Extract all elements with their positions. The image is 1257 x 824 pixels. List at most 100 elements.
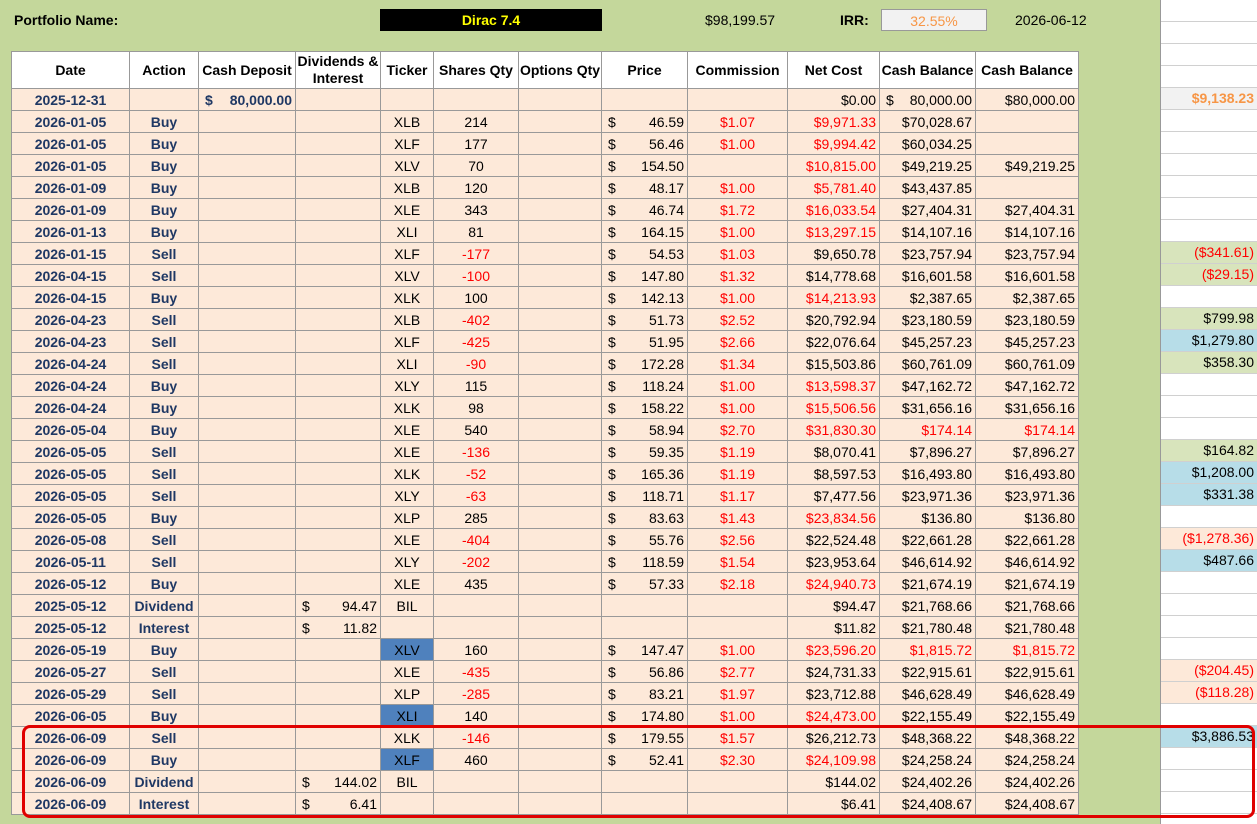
- cash-balance-2-cell[interactable]: $16,601.58: [975, 264, 1079, 287]
- shares-cell[interactable]: -63: [433, 484, 519, 507]
- action-cell[interactable]: Sell: [129, 484, 199, 507]
- cash-balance-cell[interactable]: $16,493.80: [879, 462, 976, 485]
- cash-deposit-cell[interactable]: [198, 792, 296, 815]
- commission-cell[interactable]: $1.00: [687, 176, 788, 199]
- net-cost-cell[interactable]: $9,994.42: [787, 132, 880, 155]
- ticker-cell[interactable]: XLB: [380, 176, 434, 199]
- empty-cell[interactable]: [1161, 0, 1257, 22]
- action-cell[interactable]: Sell: [129, 440, 199, 463]
- ticker-cell[interactable]: XLI: [380, 704, 434, 727]
- dividends-interest-cell[interactable]: [295, 462, 381, 485]
- cash-balance-2-cell[interactable]: $22,661.28: [975, 528, 1079, 551]
- dividends-interest-cell[interactable]: [295, 198, 381, 221]
- ticker-cell[interactable]: XLY: [380, 374, 434, 397]
- cash-balance-2-cell[interactable]: $24,408.67: [975, 792, 1079, 815]
- cash-balance-cell[interactable]: $46,628.49: [879, 682, 976, 705]
- cash-deposit-cell[interactable]: [198, 572, 296, 595]
- action-cell[interactable]: Buy: [129, 198, 199, 221]
- date-cell[interactable]: 2025-05-12: [11, 616, 130, 639]
- shares-cell[interactable]: [433, 792, 519, 815]
- cash-balance-2-cell[interactable]: $24,402.26: [975, 770, 1079, 793]
- action-cell[interactable]: Sell: [129, 550, 199, 573]
- action-cell[interactable]: Dividend: [129, 770, 199, 793]
- action-cell[interactable]: Buy: [129, 286, 199, 309]
- dividends-interest-cell[interactable]: [295, 682, 381, 705]
- net-cost-cell[interactable]: $15,503.86: [787, 352, 880, 375]
- shares-cell[interactable]: -146: [433, 726, 519, 749]
- realized-gain-cell[interactable]: ($1,278.36): [1161, 528, 1257, 550]
- dividends-interest-cell[interactable]: [295, 242, 381, 265]
- options-cell[interactable]: [518, 308, 602, 331]
- cash-balance-cell[interactable]: $46,614.92: [879, 550, 976, 573]
- net-cost-cell[interactable]: $31,830.30: [787, 418, 880, 441]
- cash-balance-2-cell[interactable]: $7,896.27: [975, 440, 1079, 463]
- cash-deposit-cell[interactable]: [198, 308, 296, 331]
- realized-gain-cell[interactable]: [1161, 286, 1257, 308]
- column-header-options-qty[interactable]: Options Qty: [518, 51, 602, 89]
- shares-cell[interactable]: -136: [433, 440, 519, 463]
- commission-cell[interactable]: $1.00: [687, 704, 788, 727]
- cash-balance-2-cell[interactable]: $46,614.92: [975, 550, 1079, 573]
- action-cell[interactable]: Sell: [129, 352, 199, 375]
- price-cell[interactable]: $118.24: [601, 374, 688, 397]
- date-cell[interactable]: 2026-05-05: [11, 462, 130, 485]
- price-cell[interactable]: [601, 594, 688, 617]
- cash-balance-2-cell[interactable]: [975, 132, 1079, 155]
- net-cost-cell[interactable]: $15,506.56: [787, 396, 880, 419]
- ticker-cell[interactable]: XLF: [380, 330, 434, 353]
- cash-balance-2-cell[interactable]: $22,915.61: [975, 660, 1079, 683]
- options-cell[interactable]: [518, 726, 602, 749]
- date-cell[interactable]: 2025-05-12: [11, 594, 130, 617]
- date-cell[interactable]: 2026-05-08: [11, 528, 130, 551]
- net-cost-cell[interactable]: $13,297.15: [787, 220, 880, 243]
- column-header-commission[interactable]: Commission: [687, 51, 788, 89]
- price-cell[interactable]: $54.53: [601, 242, 688, 265]
- options-cell[interactable]: [518, 198, 602, 221]
- shares-cell[interactable]: 214: [433, 110, 519, 133]
- net-cost-cell[interactable]: $14,213.93: [787, 286, 880, 309]
- date-cell[interactable]: 2026-04-15: [11, 264, 130, 287]
- cash-balance-cell[interactable]: $21,780.48: [879, 616, 976, 639]
- column-header-shares-qty[interactable]: Shares Qty: [433, 51, 519, 89]
- cash-deposit-cell[interactable]: [198, 352, 296, 375]
- price-cell[interactable]: $55.76: [601, 528, 688, 551]
- shares-cell[interactable]: 115: [433, 374, 519, 397]
- commission-cell[interactable]: $1.34: [687, 352, 788, 375]
- date-cell[interactable]: 2026-05-05: [11, 440, 130, 463]
- options-cell[interactable]: [518, 506, 602, 529]
- price-cell[interactable]: $58.94: [601, 418, 688, 441]
- cash-balance-cell[interactable]: $1,815.72: [879, 638, 976, 661]
- realized-gain-cell[interactable]: [1161, 792, 1257, 814]
- action-cell[interactable]: Buy: [129, 176, 199, 199]
- dividends-interest-cell[interactable]: [295, 528, 381, 551]
- cash-balance-cell[interactable]: $27,404.31: [879, 198, 976, 221]
- cash-balance-cell[interactable]: $23,180.59: [879, 308, 976, 331]
- dividends-interest-cell[interactable]: $6.41: [295, 792, 381, 815]
- net-cost-cell[interactable]: $0.00: [787, 88, 880, 111]
- ticker-cell[interactable]: XLE: [380, 418, 434, 441]
- cash-balance-2-cell[interactable]: $23,180.59: [975, 308, 1079, 331]
- price-cell[interactable]: $118.71: [601, 484, 688, 507]
- ticker-cell[interactable]: XLY: [380, 484, 434, 507]
- date-cell[interactable]: 2026-05-19: [11, 638, 130, 661]
- cash-deposit-cell[interactable]: [198, 198, 296, 221]
- shares-cell[interactable]: -202: [433, 550, 519, 573]
- cash-deposit-cell[interactable]: [198, 132, 296, 155]
- net-cost-cell[interactable]: $11.82: [787, 616, 880, 639]
- date-cell[interactable]: 2026-05-05: [11, 506, 130, 529]
- action-cell[interactable]: Buy: [129, 374, 199, 397]
- options-cell[interactable]: [518, 374, 602, 397]
- ticker-cell[interactable]: XLF: [380, 132, 434, 155]
- ticker-cell[interactable]: XLB: [380, 110, 434, 133]
- shares-cell[interactable]: [433, 88, 519, 111]
- commission-cell[interactable]: $1.17: [687, 484, 788, 507]
- ticker-cell[interactable]: [380, 792, 434, 815]
- date-cell[interactable]: 2026-06-05: [11, 704, 130, 727]
- options-cell[interactable]: [518, 264, 602, 287]
- shares-cell[interactable]: -404: [433, 528, 519, 551]
- realized-gain-cell[interactable]: ($341.61): [1161, 242, 1257, 264]
- cash-balance-cell[interactable]: $60,034.25: [879, 132, 976, 155]
- cash-balance-cell[interactable]: $24,258.24: [879, 748, 976, 771]
- options-cell[interactable]: [518, 682, 602, 705]
- realized-gain-cell[interactable]: $9,138.23: [1161, 88, 1257, 110]
